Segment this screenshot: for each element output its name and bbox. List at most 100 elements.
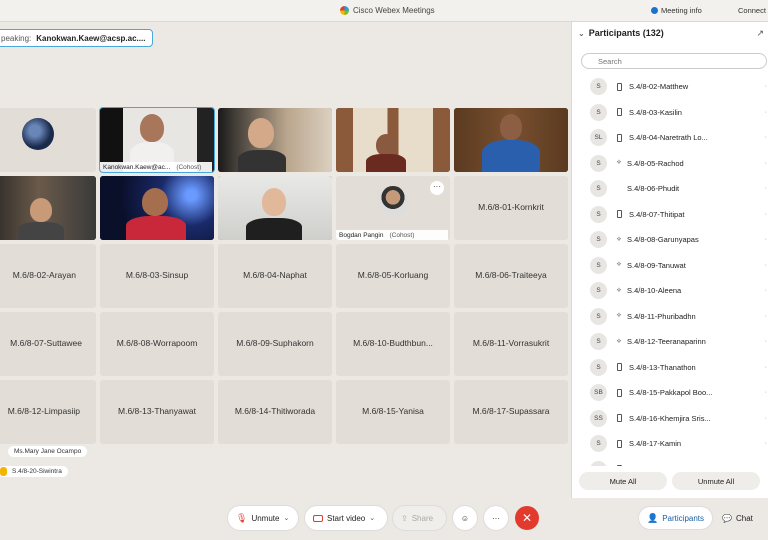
popout-icon[interactable]: ↗ (756, 28, 764, 39)
avatar (22, 118, 54, 150)
share-icon: ⇪ (401, 513, 408, 523)
mic-muted-icon: · (764, 363, 767, 371)
participant-list-item[interactable]: S ⟡ S.4/8-05-Rachod · (572, 151, 768, 177)
participant-tile[interactable]: M.6/8-14-Thitiworada (218, 380, 332, 444)
participant-list-item[interactable]: S S.4/8-02-Matthew · (572, 74, 768, 100)
participant-tile[interactable]: M.6/8-09-Suphakorn (218, 312, 332, 376)
app-title-text: Cisco Webex Meetings (353, 6, 435, 15)
participant-list-item[interactable]: S ⟡ S.4/8-08-Garunyapas · (572, 227, 768, 253)
participant-tile[interactable]: M.6/8-05-Korluang (336, 244, 450, 308)
chevron-down-icon[interactable]: ⌄ (283, 514, 289, 522)
web-client-icon: ⟡ (616, 337, 622, 345)
participant-list-item[interactable]: S ⟡ S.4/8-12-Teeranaparinn · (572, 329, 768, 355)
participant-list-item[interactable]: SL S.4/8-04-Naretrath Lo... · (572, 125, 768, 151)
video-tile[interactable] (218, 108, 332, 172)
participant-tile[interactable]: M.6/8-11-Vorrasukrit (454, 312, 568, 376)
connect-button[interactable]: Connect (738, 6, 766, 15)
participant-list-item[interactable]: SS S.4/8-16-Khemjira Sris... · (572, 406, 768, 432)
camera-off-icon (313, 514, 323, 522)
avatar: S (590, 333, 607, 351)
web-client-icon: ⟡ (616, 159, 622, 167)
participant-tile[interactable]: M.6/8-07-Suttawee (0, 312, 96, 376)
video-tile-cohost[interactable]: Kanokwan.Kaew@ac... (Cohost) (99, 107, 215, 173)
participant-name: M.6/8-13-Thanyawat (118, 406, 196, 416)
active-speaker-banner: peaking: Kanokwan.Kaew@acsp.ac.... (0, 29, 153, 47)
video-tile[interactable] (0, 176, 96, 240)
speaker-name: Kanokwan.Kaew@acsp.ac.... (36, 33, 146, 43)
participant-list-item[interactable]: S ⟡ S.4/8-09-Tanuwat · (572, 253, 768, 279)
participant-tile[interactable]: M.6/8-15-Yanisa (336, 380, 450, 444)
participant-list-item[interactable]: S S.4/8-13-Thanathon · (572, 355, 768, 381)
participant-list-item[interactable]: S ⟡ S.4/8-11-Phuribadhn · (572, 304, 768, 330)
chat-toggle-label: Chat (735, 513, 753, 523)
chevron-down-icon[interactable]: ⌄ (369, 514, 375, 522)
participant-tile[interactable]: M.6/8-01-Kornkrit (454, 176, 568, 240)
mute-all-button[interactable]: Mute All (579, 472, 667, 490)
participant-tile[interactable]: M.6/8-17-Supassara (454, 380, 568, 444)
unmute-button[interactable]: 🎙 Unmute ⌄ (228, 506, 298, 530)
meeting-info-button[interactable]: Meeting info (651, 6, 702, 15)
reactions-button[interactable]: ☺ (453, 506, 477, 530)
participant-tile[interactable]: M.6/8-08-Worrapoom (100, 312, 214, 376)
chat-toggle-button[interactable]: 💬 Chat (714, 507, 761, 529)
phone-icon (617, 388, 622, 397)
mic-muted-icon: · (764, 440, 767, 448)
video-tile[interactable] (218, 176, 332, 240)
participant-tile[interactable]: M.6/8-12-Limpasiip (0, 380, 96, 444)
participant-list-name: S.4/8-18-Pinatsapa (629, 465, 693, 466)
participant-name: M.6/8-06-Traiteeya (475, 270, 547, 280)
mic-muted-icon: · (764, 261, 767, 269)
info-icon (651, 7, 658, 14)
participant-tile[interactable]: M.6/8-03-Sinsup (100, 244, 214, 308)
mic-muted-icon: · (764, 210, 767, 218)
participant-list-item[interactable]: S S.4/8-06-Phudit · (572, 176, 768, 202)
video-tile[interactable] (100, 176, 214, 240)
participant-list-name: S.4/8-09-Tanuwat (627, 260, 686, 270)
participant-name: M.6/8-02-Arayan (12, 270, 76, 280)
hand-raise-icon (0, 467, 7, 476)
mic-muted-icon: · (764, 338, 767, 346)
participant-tile[interactable] (0, 108, 96, 172)
participant-name: M.6/8-03-Sinsup (125, 270, 189, 280)
participant-list[interactable]: S S.4/8-02-Matthew · S S.4/8-03-Kasilin · SL S.… (572, 74, 768, 466)
participant-list-item[interactable]: S ⟡ S.4/8-10-Aleena · (572, 278, 768, 304)
start-video-button[interactable]: Start video ⌄ (305, 506, 387, 530)
people-icon: 👤 (647, 512, 659, 523)
panel-header[interactable]: ⌄ Participants (132) (578, 28, 664, 38)
participant-tile[interactable]: M.6/8-04-Naphat (218, 244, 332, 308)
participant-tile[interactable]: ··· Bogdan Pangin (Cohost) (336, 176, 450, 240)
participant-tile[interactable]: M.6/8-06-Traiteeya (454, 244, 568, 308)
leave-meeting-button[interactable]: ✕ (515, 506, 539, 530)
participant-list-item[interactable]: SS.4/8-18-Pinatsapa· (572, 457, 768, 466)
participant-list-item[interactable]: SB S.4/8-15-Pakkapol Boo... · (572, 380, 768, 406)
caption-name: Bogdan Pangin (339, 231, 384, 239)
participant-list-item[interactable]: S S.4/8-17-Kamin · (572, 431, 768, 457)
avatar: S (590, 256, 607, 274)
participant-list-item[interactable]: S S.4/8-03-Kasilin · (572, 100, 768, 126)
share-button[interactable]: ⇪ Share (393, 506, 446, 530)
participant-tile[interactable]: M.6/8-13-Thanyawat (100, 380, 214, 444)
participant-name: M.6/8-01-Kornkrit (478, 202, 544, 212)
video-tile[interactable] (454, 108, 568, 172)
avatar: S (590, 358, 607, 376)
participant-tile[interactable]: M.6/8-10-Budthbun... (336, 312, 450, 376)
participant-name: M.6/8-10-Budthbun... (353, 338, 433, 348)
video-caption: Bogdan Pangin (Cohost) (336, 230, 448, 240)
more-button[interactable]: ··· (484, 506, 508, 530)
participants-toggle-button[interactable]: 👤 Participants (639, 507, 713, 529)
avatar: S (590, 435, 607, 453)
person (140, 114, 164, 142)
participant-list-name: S.4/8-12-Teeranaparinn (627, 337, 706, 347)
participant-tile[interactable]: M.6/8-02-Arayan (0, 244, 96, 308)
web-client-icon: ⟡ (616, 261, 622, 269)
more-options-button[interactable]: ··· (430, 181, 444, 195)
person (376, 134, 396, 156)
participant-search-input[interactable] (581, 53, 767, 69)
video-tile[interactable] (336, 108, 450, 172)
person (30, 198, 52, 222)
mic-muted-icon: · (764, 134, 767, 142)
unmute-all-button[interactable]: Unmute All (672, 472, 760, 490)
chevron-down-icon[interactable]: ⌄ (578, 29, 585, 38)
person (142, 188, 168, 216)
participant-list-item[interactable]: S S.4/8-07-Thitipat · (572, 202, 768, 228)
